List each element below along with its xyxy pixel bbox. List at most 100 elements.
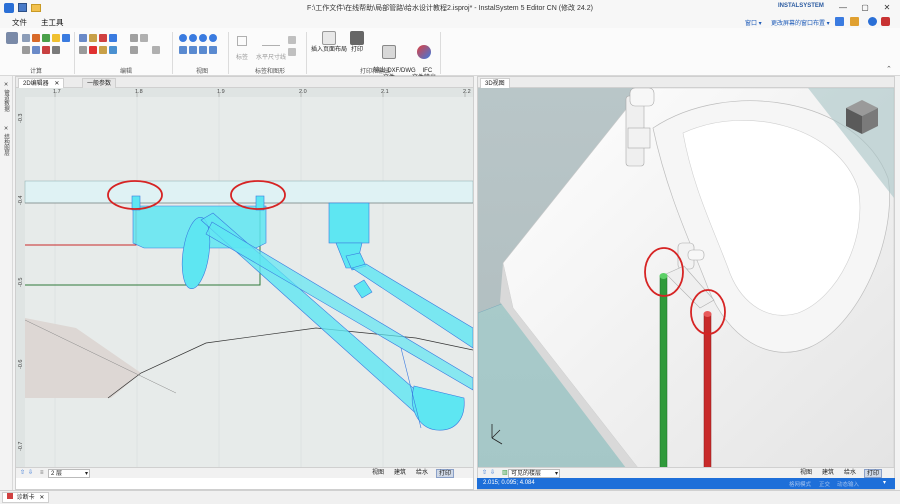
edit-icon-11[interactable]	[152, 46, 160, 54]
faucet-upper-bracket	[627, 127, 651, 149]
calc-icon-7[interactable]	[32, 46, 40, 54]
close-icon[interactable]: ✕	[54, 81, 59, 87]
edit-icon-5[interactable]	[79, 46, 87, 54]
faucet-upper-knob[interactable]	[629, 88, 655, 107]
view-filter-view[interactable]: 视图	[370, 469, 386, 478]
zoom-window-icon[interactable]	[199, 34, 207, 42]
close-icon[interactable]: ✕	[39, 495, 44, 501]
arrow-down-icon[interactable]: ⇩	[26, 469, 35, 478]
tab-general-params[interactable]: 一般参数	[82, 78, 117, 88]
tab-diagnostics[interactable]: 诊断卡 ✕	[2, 492, 50, 503]
green-pipe-3d[interactable]	[659, 275, 668, 468]
view-icon-2[interactable]	[189, 46, 197, 54]
ribbon: 计算 编辑 视图 标签 水平尺寸线 标签和图形 插入页面布局 打印 输出 DXF…	[0, 28, 900, 81]
edit-icon-1[interactable]	[79, 34, 87, 42]
settings-icon[interactable]	[881, 17, 890, 26]
side-tab-structure-layers[interactable]: ✕ 结构图层	[2, 126, 10, 156]
ruler-label-y: -0.3	[18, 114, 24, 123]
group-label-view: 视图	[196, 69, 209, 75]
view-icon-3[interactable]	[199, 46, 207, 54]
calc-icon-4[interactable]	[52, 34, 60, 42]
view-filter-building[interactable]: 建筑	[392, 469, 408, 478]
view-icon-4[interactable]	[209, 46, 217, 54]
edit-icon-4[interactable]	[109, 34, 117, 42]
dimension-icon	[262, 36, 280, 46]
edit-icon-10[interactable]	[130, 46, 138, 54]
floor-icon: ≡	[40, 470, 44, 476]
edit-icon-2[interactable]	[89, 34, 97, 42]
visible-floors-select[interactable]: 可见的楼层 ▾	[508, 469, 560, 478]
ruler-label-y: -0.7	[18, 442, 24, 451]
help-icon[interactable]	[868, 17, 877, 26]
pan-icon[interactable]	[179, 46, 187, 54]
view-filter-print[interactable]: 打印	[864, 469, 883, 478]
right-fixture-box[interactable]	[328, 202, 370, 244]
title-bar: F:\工作文件\在线帮助\局部管路\给水设计教程2.isproj* - Inst…	[0, 0, 900, 16]
page-layout-icon	[322, 31, 336, 45]
edit-icon-6[interactable]	[99, 46, 107, 54]
side-tab-pipe-data[interactable]: ✕ 管道数据	[2, 82, 10, 112]
layout-icon[interactable]	[850, 17, 859, 26]
close-button[interactable]: ✕	[880, 2, 894, 13]
print-icon[interactable]	[835, 17, 844, 26]
ribbon-separator	[306, 32, 307, 74]
tab-file[interactable]: 文件	[9, 17, 30, 28]
calc-icon-8[interactable]	[42, 46, 50, 54]
horizontal-dimension-text: 水平尺寸线	[255, 55, 286, 61]
faucet-left[interactable]	[131, 195, 141, 211]
valve-lower-knob[interactable]	[687, 249, 705, 261]
insert-page-layout-button[interactable]: 插入页面布局	[311, 31, 347, 54]
view-filter-water[interactable]: 给水	[414, 469, 430, 478]
dynamic-input-toggle[interactable]: 动态输入	[837, 480, 859, 488]
maximize-button[interactable]: ▢	[858, 2, 872, 13]
calc-icon-9[interactable]	[52, 46, 60, 54]
ruler-label-x: 2.1	[381, 89, 389, 95]
edit-icon-9[interactable]	[140, 34, 148, 42]
view-filter-water[interactable]: 给水	[842, 469, 858, 478]
label-button[interactable]: 标签	[234, 36, 250, 61]
view-filter-building[interactable]: 建筑	[820, 469, 836, 478]
edit-icon-8[interactable]	[130, 34, 138, 42]
insert-page-layout-label: 插入页面布局	[311, 47, 348, 53]
zoom-in-icon[interactable]	[179, 34, 187, 42]
view-3d[interactable]	[478, 88, 894, 468]
calc-icon-5[interactable]	[62, 34, 70, 42]
calc-icon-2[interactable]	[32, 34, 40, 42]
calc-button[interactable]	[6, 32, 18, 44]
print-button[interactable]: 打印	[348, 31, 366, 54]
tab-diagnostics-label: 诊断卡	[16, 495, 35, 501]
grid-mode-toggle[interactable]: 格网模式	[789, 480, 811, 488]
edit-icon-7[interactable]	[109, 46, 117, 54]
view-filter-print[interactable]: 打印	[436, 469, 455, 478]
calc-icon-3[interactable]	[42, 34, 50, 42]
arrow-down-icon[interactable]: ⇩	[488, 469, 497, 478]
group-label-edit: 编辑	[120, 69, 133, 75]
expand-icon[interactable]: ▾	[883, 479, 886, 486]
group-label-labels: 标签和图形	[255, 69, 286, 75]
red-pipe-cap	[703, 311, 712, 317]
edit-icon-3[interactable]	[99, 34, 107, 42]
ortho-toggle[interactable]: 正交	[819, 480, 830, 488]
countertop-band[interactable]	[24, 180, 473, 204]
zoom-all-icon[interactable]	[209, 34, 217, 42]
collapse-ribbon-icon[interactable]: ⌃	[886, 65, 892, 73]
window-dropdown[interactable]: 窗口 ▾	[745, 18, 762, 27]
tab-2d-editor[interactable]: 2D编辑器 ✕	[18, 78, 65, 88]
horizontal-dimension-button[interactable]: 水平尺寸线	[254, 36, 288, 61]
calc-icon-6[interactable]	[22, 46, 30, 54]
ruler-label-y: -0.4	[18, 196, 24, 205]
graphic-icon-1[interactable]	[288, 36, 296, 44]
red-pipe-3d[interactable]	[703, 313, 712, 468]
graphic-icon-2[interactable]	[288, 48, 296, 56]
zoom-out-icon[interactable]	[189, 34, 197, 42]
ruler-top	[16, 88, 473, 97]
drawing-2d[interactable]: 1.7 1.8 1.9 2.0 2.1 2.2 -0.3 -0.4 -0.5 -…	[16, 88, 473, 467]
minimize-button[interactable]: —	[836, 2, 850, 13]
delete-icon[interactable]	[89, 46, 97, 54]
floor-select[interactable]: 2 层 ▾	[48, 469, 90, 478]
tab-3d-view[interactable]: 3D视图	[480, 78, 510, 88]
visible-floors-value: 可见的楼层	[511, 471, 542, 477]
view-filter-view[interactable]: 视图	[798, 469, 814, 478]
layout-dropdown[interactable]: 更改屏幕的窗口布置 ▾	[771, 18, 830, 27]
calc-icon-1[interactable]	[22, 34, 30, 42]
